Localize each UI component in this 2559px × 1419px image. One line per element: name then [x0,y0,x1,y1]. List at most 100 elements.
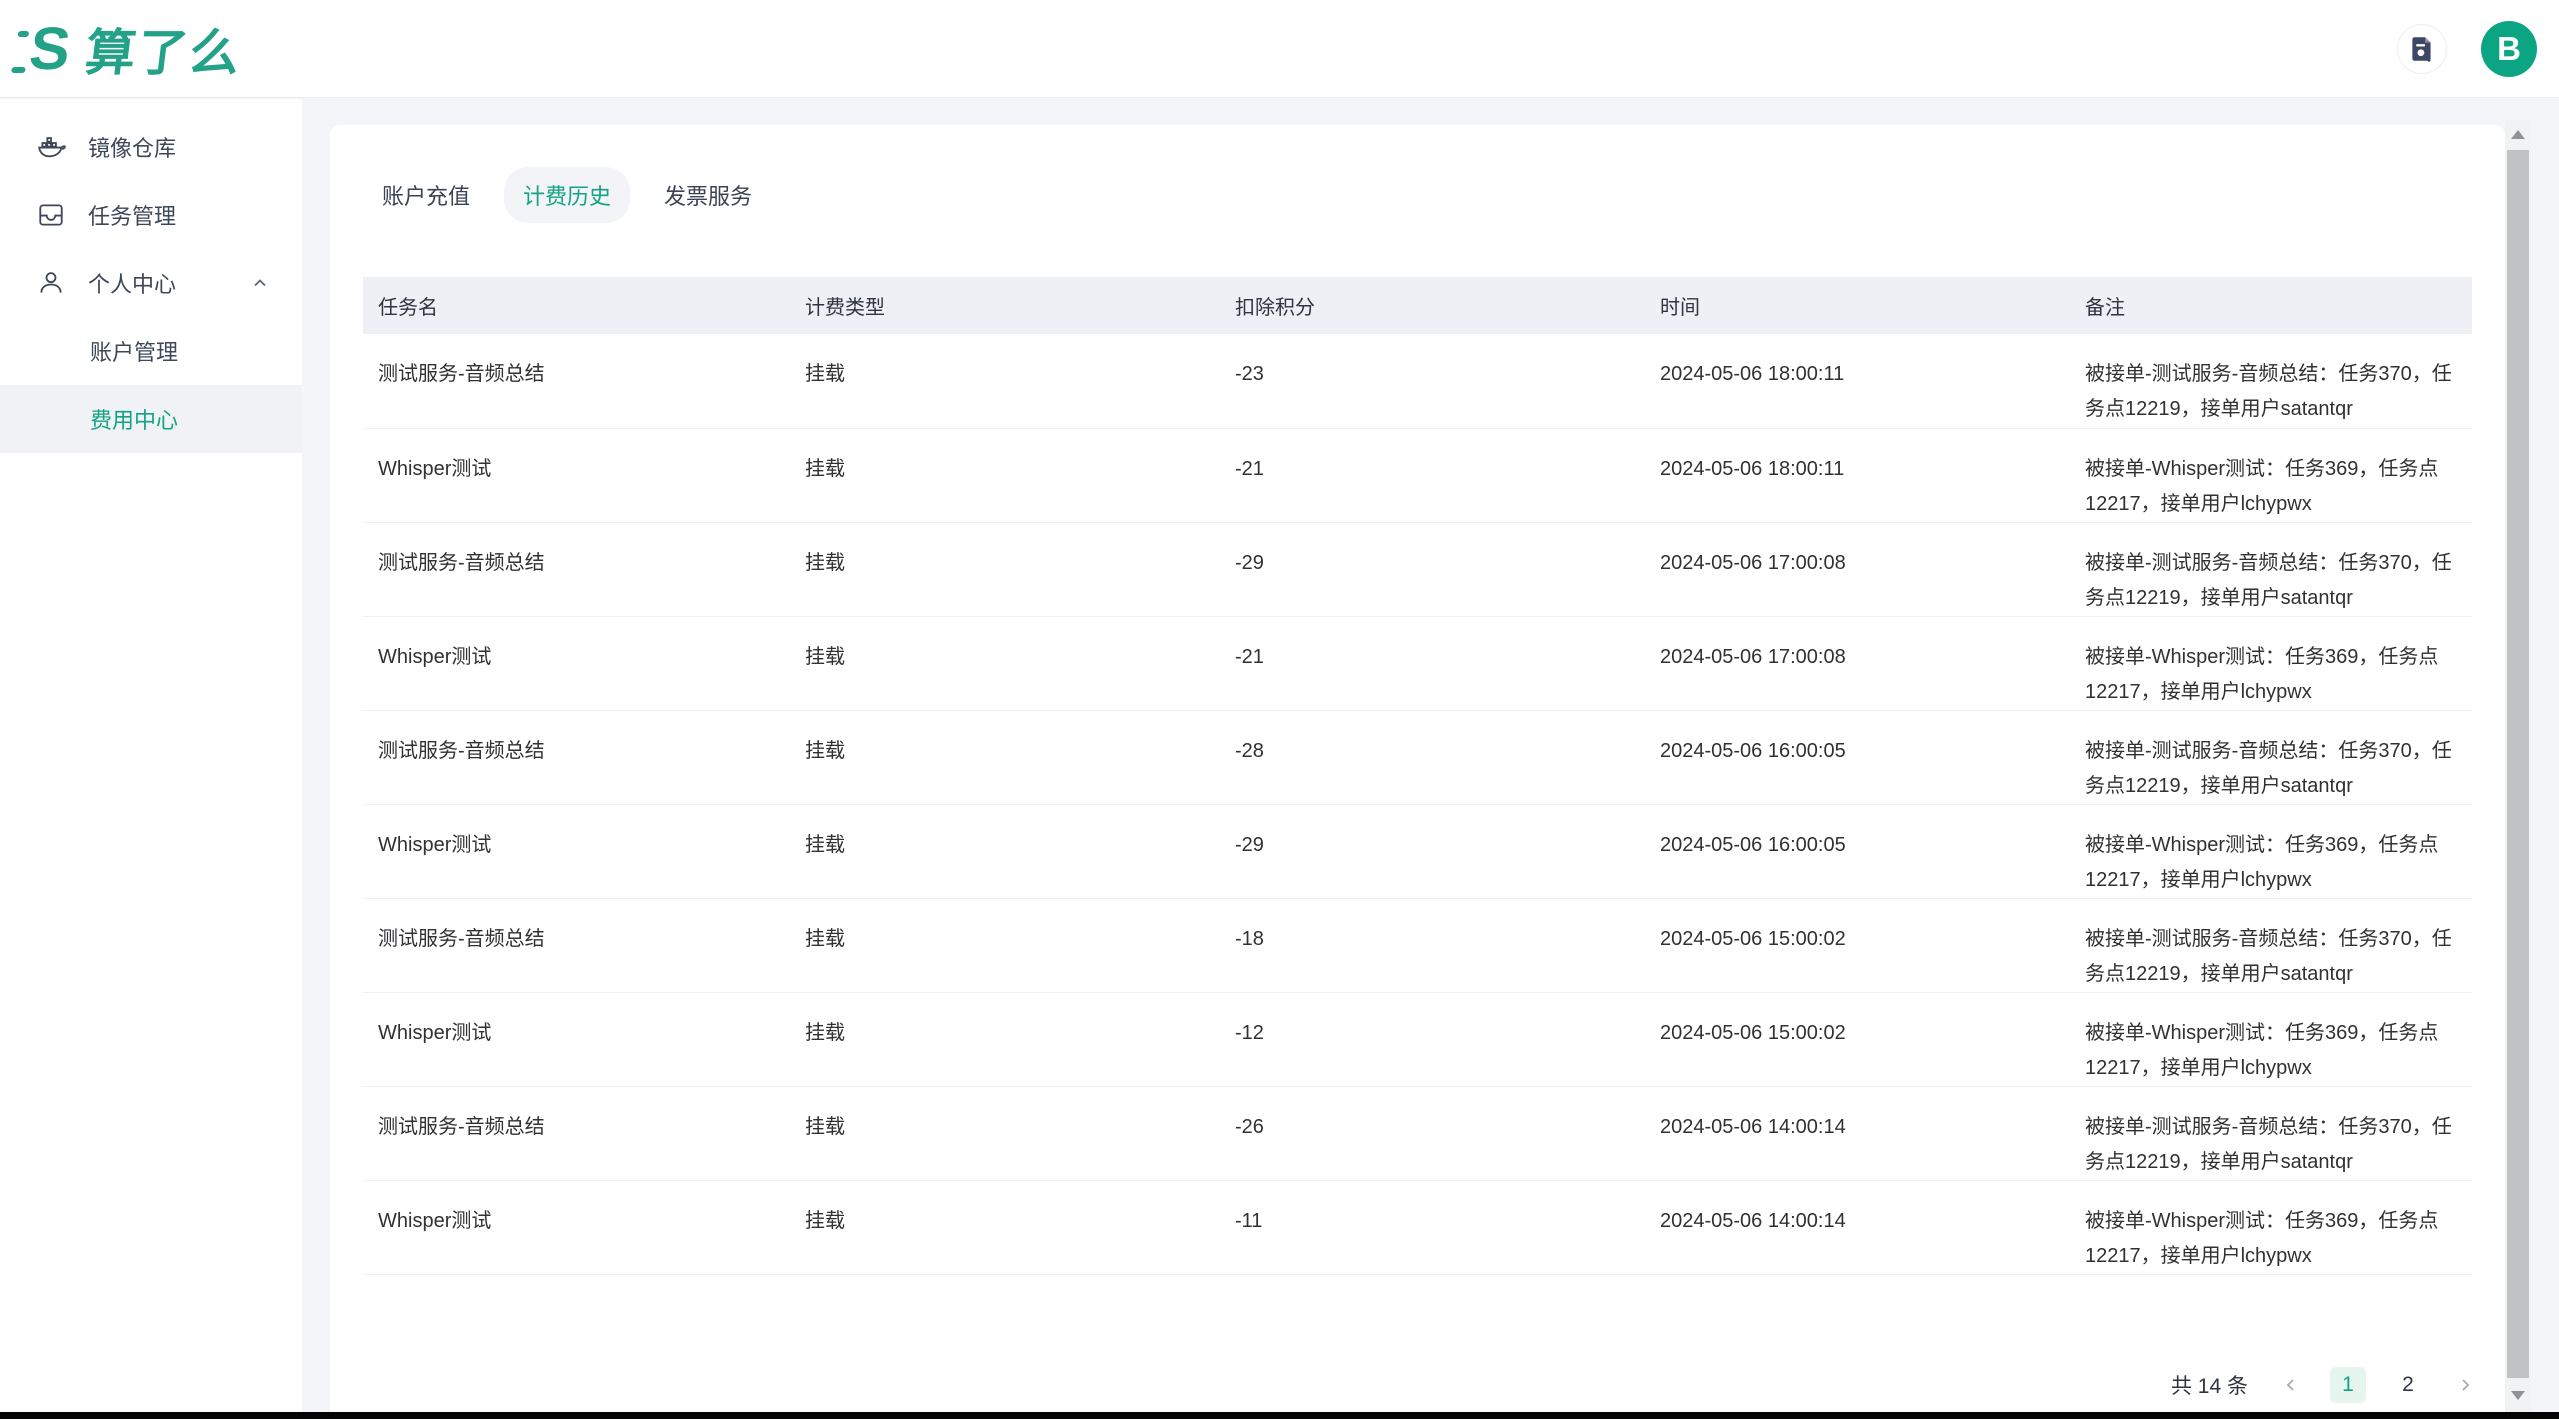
cell-time: 2024-05-06 17:00:08 [1645,522,2070,616]
cell-task: 测试服务-音频总结 [363,898,790,992]
pagination-total: 共 14 条 [2171,1370,2248,1400]
sidebar: 镜像仓库 任务管理 个人中心 账户管理 费用中心 [0,99,302,1412]
header-actions: B [2397,0,2537,98]
table-row: Whisper测试挂载-122024-05-06 15:00:02被接单-Whi… [363,992,2472,1086]
cell-task: Whisper测试 [363,616,790,710]
cell-note: 被接单-测试服务-音频总结：任务370，任务点12219，接单用户satantq… [2070,898,2472,992]
cell-points: -28 [1220,710,1645,804]
cell-task: 测试服务-音频总结 [363,710,790,804]
cell-note: 被接单-测试服务-音频总结：任务370，任务点12219，接单用户satantq… [2070,1086,2472,1180]
cell-note: 被接单-Whisper测试：任务369，任务点12217，接单用户lchypwx [2070,1180,2472,1274]
cell-time: 2024-05-06 15:00:02 [1645,992,2070,1086]
cell-note: 被接单-Whisper测试：任务369，任务点12217，接单用户lchypwx [2070,428,2472,522]
person-icon [36,268,66,298]
sidebar-item-label: 任务管理 [88,199,176,231]
sidebar-item-image-repository[interactable]: 镜像仓库 [0,113,302,181]
table-row: Whisper测试挂载-212024-05-06 18:00:11被接单-Whi… [363,428,2472,522]
next-page-button[interactable] [2450,1367,2480,1403]
table-row: Whisper测试挂载-292024-05-06 16:00:05被接单-Whi… [363,804,2472,898]
chevron-right-icon [2457,1377,2473,1393]
cell-type: 挂载 [790,334,1220,428]
tab-billing-history[interactable]: 计费历史 [504,167,630,223]
sidebar-item-task-management[interactable]: 任务管理 [0,181,302,249]
cell-points: -23 [1220,334,1645,428]
cell-points: -29 [1220,804,1645,898]
billing-table-body: 测试服务-音频总结挂载-232024-05-06 18:00:11被接单-测试服… [363,334,2472,1274]
cell-task: Whisper测试 [363,804,790,898]
scrollbar-thumb[interactable] [2507,150,2529,1378]
cell-time: 2024-05-06 18:00:11 [1645,334,2070,428]
page-button-2[interactable]: 2 [2390,1367,2426,1403]
billing-tabs: 账户充值 计费历史 发票服务 [330,125,2505,223]
cell-points: -21 [1220,616,1645,710]
cell-task: 测试服务-音频总结 [363,1086,790,1180]
cell-type: 挂载 [790,1180,1220,1274]
pagination: 共 14 条 1 2 [2171,1367,2480,1403]
table-row: 测试服务-音频总结挂载-292024-05-06 17:00:08被接单-测试服… [363,522,2472,616]
cell-time: 2024-05-06 16:00:05 [1645,804,2070,898]
cell-type: 挂载 [790,616,1220,710]
table-row: 测试服务-音频总结挂载-182024-05-06 15:00:02被接单-测试服… [363,898,2472,992]
cell-type: 挂载 [790,710,1220,804]
table-row: 测试服务-音频总结挂载-262024-05-06 14:00:14被接单-测试服… [363,1086,2472,1180]
logo-s-glyph: S [26,19,73,79]
cell-points: -29 [1220,522,1645,616]
cell-type: 挂载 [790,522,1220,616]
table-header-row: 任务名 计费类型 扣除积分 时间 备注 [363,277,2472,334]
user-avatar[interactable]: B [2481,21,2537,77]
cell-type: 挂载 [790,898,1220,992]
window-bottom-edge [0,1412,2559,1419]
chevron-up-icon [250,273,270,293]
audit-log-button[interactable] [2397,24,2447,74]
cell-task: Whisper测试 [363,1180,790,1274]
cell-note: 被接单-测试服务-音频总结：任务370，任务点12219，接单用户satantq… [2070,522,2472,616]
sidebar-subitem-fee-center[interactable]: 费用中心 [0,385,302,453]
cell-note: 被接单-Whisper测试：任务369，任务点12217，接单用户lchypwx [2070,992,2472,1086]
table-row: Whisper测试挂载-112024-05-06 14:00:14被接单-Whi… [363,1180,2472,1274]
scroll-down-arrow-icon[interactable] [2511,1391,2525,1400]
cell-time: 2024-05-06 18:00:11 [1645,428,2070,522]
chevron-left-icon [2283,1377,2299,1393]
tab-invoice-service[interactable]: 发票服务 [645,167,771,223]
task-inbox-icon [36,200,66,230]
cell-task: Whisper测试 [363,428,790,522]
cell-time: 2024-05-06 14:00:14 [1645,1180,2070,1274]
vertical-scrollbar[interactable] [2505,120,2531,1412]
docker-whale-icon [36,132,66,162]
avatar-letter: B [2497,30,2521,68]
col-header-time: 时间 [1645,277,2070,334]
cell-points: -11 [1220,1180,1645,1274]
cell-type: 挂载 [790,1086,1220,1180]
col-header-task-name: 任务名 [363,277,790,334]
cell-points: -12 [1220,992,1645,1086]
table-row: 测试服务-音频总结挂载-282024-05-06 16:00:05被接单-测试服… [363,710,2472,804]
document-search-icon [2407,34,2437,64]
cell-type: 挂载 [790,428,1220,522]
cell-points: -18 [1220,898,1645,992]
sidebar-item-label: 个人中心 [88,267,176,299]
col-header-remark: 备注 [2070,277,2472,334]
cell-task: 测试服务-音频总结 [363,334,790,428]
cell-time: 2024-05-06 17:00:08 [1645,616,2070,710]
sidebar-item-personal-center[interactable]: 个人中心 [0,249,302,317]
col-header-billing-type: 计费类型 [790,277,1220,334]
cell-note: 被接单-测试服务-音频总结：任务370，任务点12219，接单用户satantq… [2070,710,2472,804]
page-button-1[interactable]: 1 [2330,1367,2366,1403]
billing-table: 任务名 计费类型 扣除积分 时间 备注 测试服务-音频总结挂载-232024-0… [363,277,2472,1275]
content-card: 账户充值 计费历史 发票服务 任务名 计费类型 扣除积分 时间 备注 测试服务-… [330,125,2505,1419]
tab-account-recharge[interactable]: 账户充值 [363,167,489,223]
scroll-up-arrow-icon[interactable] [2511,130,2525,139]
cell-note: 被接单-Whisper测试：任务369，任务点12217，接单用户lchypwx [2070,804,2472,898]
cell-task: Whisper测试 [363,992,790,1086]
sidebar-subitem-label: 账户管理 [90,335,178,367]
sidebar-subitem-label: 费用中心 [90,403,178,435]
logo-text: 算了么 [82,13,247,85]
cell-task: 测试服务-音频总结 [363,522,790,616]
top-header: S 算了么 B [0,0,2559,98]
sidebar-subitem-account-management[interactable]: 账户管理 [0,317,302,385]
cell-points: -26 [1220,1086,1645,1180]
billing-table-wrap: 任务名 计费类型 扣除积分 时间 备注 测试服务-音频总结挂载-232024-0… [363,277,2472,1275]
cell-note: 被接单-测试服务-音频总结：任务370，任务点12219，接单用户satantq… [2070,334,2472,428]
prev-page-button[interactable] [2276,1367,2306,1403]
table-row: Whisper测试挂载-212024-05-06 17:00:08被接单-Whi… [363,616,2472,710]
